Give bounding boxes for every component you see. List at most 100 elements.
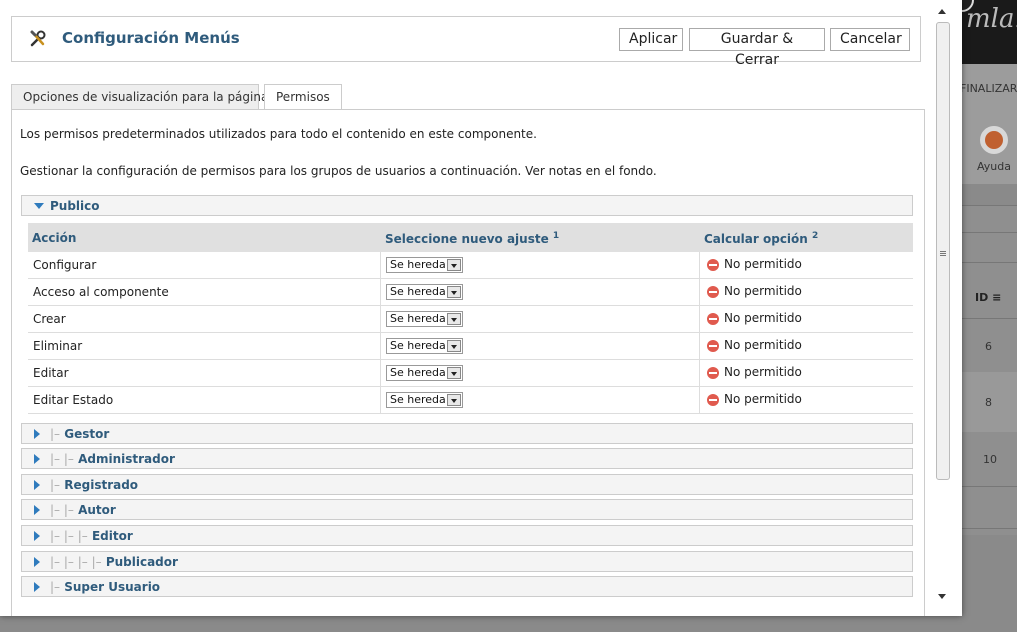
setting-value: Se hereda [390, 366, 446, 379]
group-header-autor[interactable]: |– |– Autor [21, 499, 913, 520]
expand-arrow-icon [34, 557, 40, 567]
background-id-value: 8 [985, 396, 992, 409]
scroll-down-arrow-icon[interactable] [938, 594, 946, 599]
group-level-prefix: |– |– [50, 503, 74, 517]
permissions-panel: Los permisos predeterminados utilizados … [11, 109, 925, 616]
setting-select[interactable]: Se hereda [386, 392, 463, 408]
group-header-administrador[interactable]: |– |– Administrador [21, 448, 913, 469]
group-header-super-usuario[interactable]: |– Super Usuario [21, 576, 913, 597]
group-label: Publico [50, 199, 100, 213]
calculated-setting: No permitido [724, 338, 802, 352]
tab-page-display-options[interactable]: Opciones de visualización para la página [11, 84, 268, 110]
tools-icon [30, 30, 46, 47]
divider [699, 279, 700, 306]
save-close-button[interactable]: Guardar & Cerrar [689, 28, 825, 68]
grip-line [940, 253, 946, 254]
calculated-setting: No permitido [724, 311, 802, 325]
action-label: Crear [33, 312, 66, 326]
setting-value: Se hereda [390, 285, 446, 298]
column-action: Acción [32, 231, 77, 245]
group-level-prefix: |– [50, 427, 61, 441]
deny-icon [707, 286, 719, 298]
page-title: Configuración Menús [62, 29, 240, 47]
background-help-label: Ayuda [977, 160, 1011, 173]
divider [699, 306, 700, 333]
divider [380, 306, 381, 333]
divider [962, 318, 1017, 319]
scroll-thumb[interactable] [936, 22, 950, 480]
group-name: Autor [78, 503, 116, 517]
group-label: |– |– Autor [50, 503, 116, 517]
group-header-registrado[interactable]: |– Registrado [21, 474, 913, 495]
setting-value: Se hereda [390, 258, 446, 271]
action-label: Eliminar [33, 339, 83, 353]
divider [699, 387, 700, 414]
group-level-prefix: |– [50, 580, 61, 594]
apply-button[interactable]: Aplicar [619, 28, 683, 51]
table-row: Eliminar Se hereda No permitido [28, 333, 913, 360]
group-label: |– |– |– Editor [50, 529, 133, 543]
group-label: |– Super Usuario [50, 580, 160, 594]
expand-arrow-icon [34, 429, 40, 439]
collapse-arrow-icon [34, 203, 44, 209]
cancel-button[interactable]: Cancelar [830, 28, 910, 51]
tab-permissions[interactable]: Permisos [264, 84, 342, 111]
group-label: |– |– Administrador [50, 452, 175, 466]
background-id-value: 6 [985, 340, 992, 353]
chevron-down-icon [447, 286, 461, 298]
expand-arrow-icon [34, 505, 40, 515]
group-name: Super Usuario [64, 580, 161, 594]
table-row: Configurar Se hereda No permitido [28, 252, 913, 279]
calculated-setting: No permitido [724, 392, 802, 406]
divider [962, 528, 1017, 529]
setting-select[interactable]: Se hereda [386, 311, 463, 327]
chevron-down-icon [447, 340, 461, 352]
divider [380, 252, 381, 279]
calculated-setting: No permitido [724, 284, 802, 298]
setting-select[interactable]: Se hereda [386, 257, 463, 273]
action-label: Editar [33, 366, 69, 380]
group-label: |– |– |– |– Publicador [50, 555, 178, 569]
group-header-gestor[interactable]: |– Gestor [21, 423, 913, 444]
divider [962, 262, 1017, 263]
deny-icon [707, 259, 719, 271]
divider [699, 360, 700, 387]
scroll-up-arrow-icon[interactable] [938, 9, 946, 14]
vertical-scrollbar[interactable] [934, 4, 952, 606]
setting-select[interactable]: Se hereda [386, 365, 463, 381]
divider [380, 360, 381, 387]
grip-line [940, 255, 946, 256]
action-label: Editar Estado [33, 393, 114, 407]
calculated-setting: No permitido [724, 257, 802, 271]
deny-icon [707, 340, 719, 352]
group-level-prefix: |– |– [50, 452, 74, 466]
setting-value: Se hereda [390, 393, 446, 406]
table-row: Acceso al componente Se hereda No permitid… [28, 279, 913, 306]
divider [699, 252, 700, 279]
expand-arrow-icon [34, 582, 40, 592]
group-header-editor[interactable]: |– |– |– Editor [21, 525, 913, 546]
table-row: Crear Se hereda No permitido [28, 306, 913, 333]
group-level-prefix: |– |– |– |– [50, 555, 102, 569]
divider [962, 232, 1017, 233]
group-header-publico[interactable]: Publico [21, 195, 913, 216]
expand-arrow-icon [34, 454, 40, 464]
background-id-header: ID ≡ [975, 291, 1002, 304]
divider [699, 333, 700, 360]
setting-select[interactable]: Se hereda [386, 338, 463, 354]
setting-select[interactable]: Se hereda [386, 284, 463, 300]
permissions-description: Los permisos predeterminados utilizados … [20, 127, 537, 141]
divider [380, 387, 381, 414]
expand-arrow-icon [34, 531, 40, 541]
group-name: Publicador [105, 555, 178, 569]
permissions-instructions: Gestionar la configuración de permisos p… [20, 164, 657, 178]
action-label: Acceso al componente [33, 285, 169, 299]
divider [380, 333, 381, 360]
group-header-publicador[interactable]: |– |– |– |– Publicador [21, 551, 913, 572]
chevron-down-icon [447, 367, 461, 379]
group-name: Editor [91, 529, 133, 543]
group-name: Registrado [64, 478, 139, 492]
group-name: Administrador [78, 452, 175, 466]
background-id-value: 10 [983, 453, 997, 466]
background-toolbar-label: FINALIZAR [960, 82, 1017, 95]
